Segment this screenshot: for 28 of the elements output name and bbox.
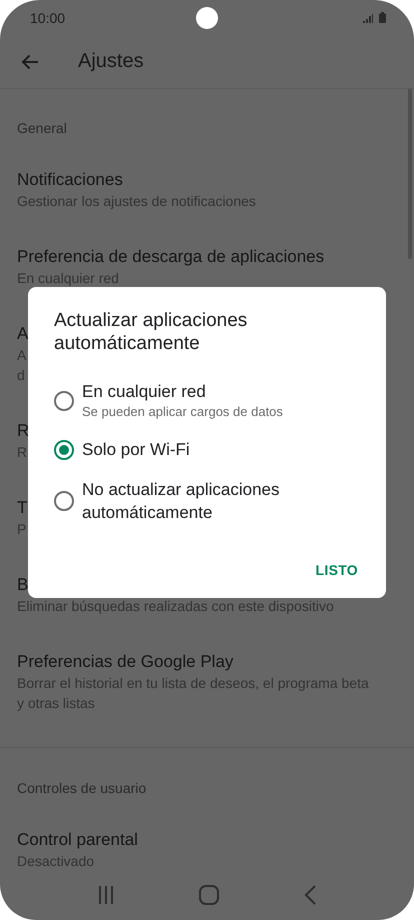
option-description: Se pueden aplicar cargos de datos [82, 403, 283, 421]
setting-title[interactable]: Preferencia de descarga de aplicaciones [17, 246, 324, 268]
back-icon[interactable] [304, 885, 316, 905]
option-label[interactable]: En cualquier red [82, 380, 283, 403]
option-label[interactable]: Solo por Wi-Fi [82, 438, 190, 461]
radio-button[interactable] [54, 440, 74, 460]
camera-hole [196, 7, 218, 29]
battery-icon [379, 12, 386, 23]
setting-title[interactable]: Notificaciones [17, 169, 123, 191]
radio-button[interactable] [54, 390, 74, 410]
dialog-title: Actualizar aplicaciones automáticamente [54, 309, 248, 355]
setting-title[interactable]: Control parental [17, 829, 138, 851]
section-header: General [17, 119, 68, 138]
setting-title[interactable]: A [17, 323, 28, 345]
setting-title[interactable]: B [17, 574, 28, 596]
done-button[interactable]: LISTO [314, 556, 360, 584]
radio-button[interactable] [54, 491, 74, 511]
setting-title[interactable]: T [17, 497, 28, 519]
recent-apps-icon[interactable] [98, 886, 114, 904]
signal-icon [363, 14, 373, 23]
back-arrow-icon[interactable] [21, 54, 39, 70]
screen-title: Ajustes [78, 50, 144, 73]
home-icon[interactable] [198, 885, 219, 905]
setting-title[interactable]: Preferencias de Google Play [17, 651, 234, 673]
setting-title[interactable]: R [17, 420, 30, 442]
section-header: Controles de usuario [17, 779, 148, 798]
status-time: 10:00 [30, 10, 66, 26]
option-label[interactable]: No actualizar aplicaciones automáticamente [82, 478, 360, 524]
